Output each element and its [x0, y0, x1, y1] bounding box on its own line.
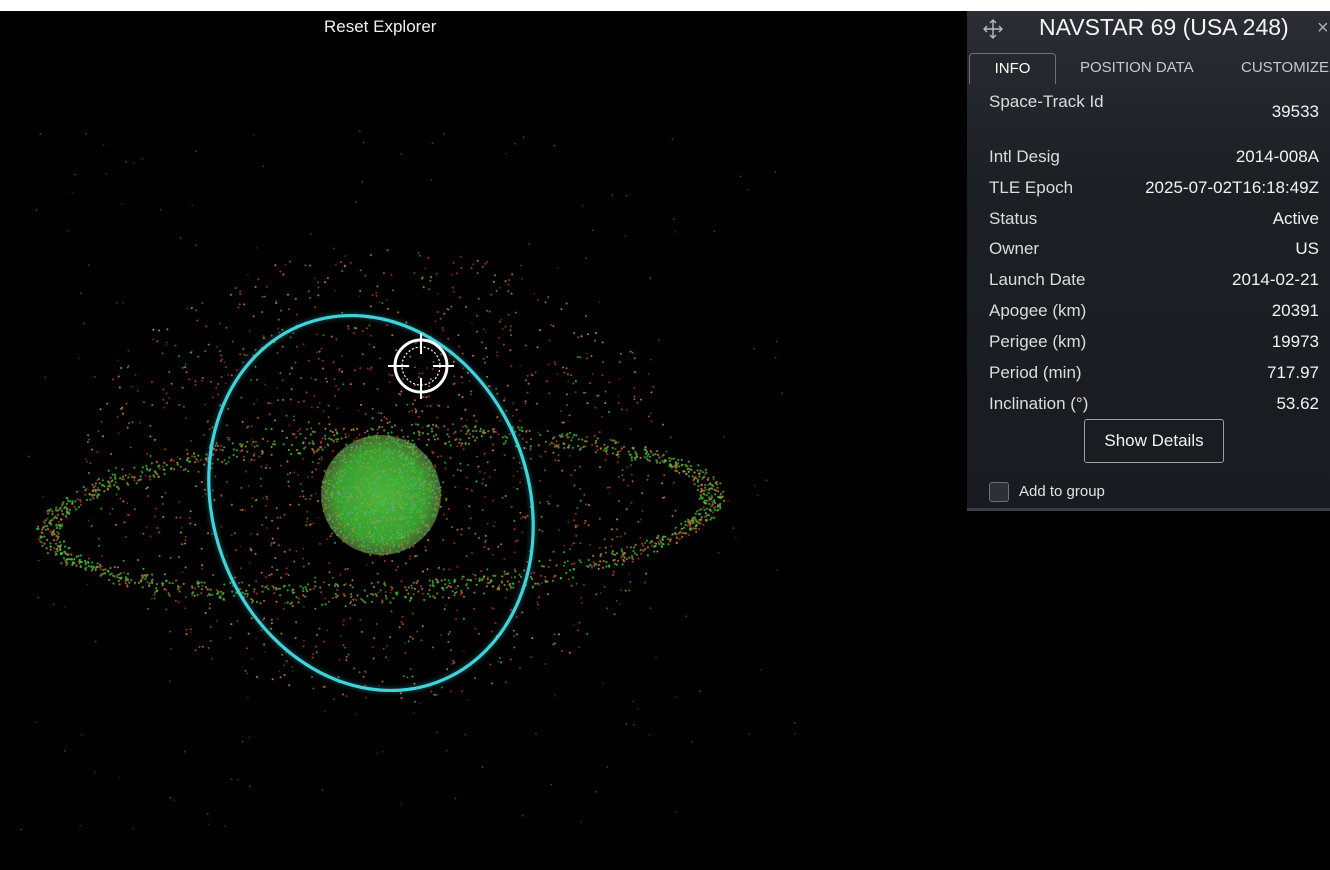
field-label: Launch Date [989, 270, 1086, 289]
reset-explorer-button[interactable]: Reset Explorer [318, 15, 442, 39]
field-value: 2014-008A [1235, 147, 1319, 166]
field-value: 20391 [1271, 301, 1319, 320]
field-label: Intl Desig [989, 147, 1060, 166]
add-to-group-checkbox[interactable] [989, 482, 1009, 502]
field-value: US [1295, 239, 1319, 258]
tab-customize[interactable]: CUSTOMIZE [1241, 53, 1329, 83]
close-icon[interactable]: × [1317, 17, 1329, 40]
field-value: 39533 [1271, 102, 1319, 121]
field-label: Space-Track Id [989, 92, 1104, 111]
satellite-info-panel: NAVSTAR 69 (USA 248) × INFO POSITION DAT… [967, 11, 1330, 511]
panel-title: NAVSTAR 69 (USA 248) [1039, 14, 1289, 40]
panel-header[interactable]: NAVSTAR 69 (USA 248) × [967, 11, 1330, 53]
move-icon[interactable] [983, 19, 1003, 39]
field-value: 717.97 [1267, 363, 1319, 382]
field-label: Inclination (°) [989, 394, 1089, 413]
show-details-button[interactable]: Show Details [1084, 419, 1224, 463]
tab-position-data[interactable]: POSITION DATA [1080, 53, 1194, 83]
field-label: Perigee (km) [989, 332, 1087, 351]
field-label: Apogee (km) [989, 301, 1087, 320]
field-row-space-track-id: Space-Track Id 39533 [989, 89, 1319, 139]
target-reticle-icon[interactable] [388, 333, 454, 399]
field-label: Owner [989, 239, 1040, 258]
field-value: 2014-02-21 [1232, 270, 1319, 289]
field-label: Status [989, 209, 1038, 228]
field-label: TLE Epoch [989, 178, 1074, 197]
field-value: 53.62 [1276, 394, 1319, 413]
add-to-group-label[interactable]: Add to group [1019, 483, 1105, 500]
field-label: Period (min) [989, 363, 1082, 382]
field-value: 19973 [1271, 332, 1319, 351]
tab-info[interactable]: INFO [969, 53, 1056, 84]
panel-tabs: INFO POSITION DATA CUSTOMIZE [967, 53, 1330, 85]
field-value: Active [1272, 209, 1319, 228]
field-value: 2025-07-02T16:18:49Z [1145, 178, 1319, 197]
